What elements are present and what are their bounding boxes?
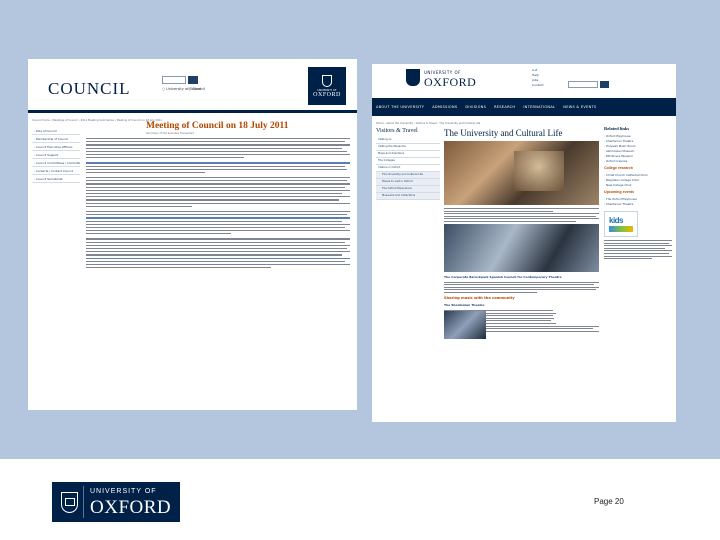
council-nav-item[interactable]: Contacts / Contact Council — [32, 167, 80, 175]
right-heading-college: College research — [604, 166, 633, 170]
sidebar-item[interactable]: The Oxford Experience — [376, 186, 440, 193]
council-page-subheading: Summary of the business transacted — [146, 132, 194, 135]
university-sidebar: Visitors & Travel Visiting us Visiting t… — [376, 128, 440, 200]
kids-badge-image[interactable]: kids — [604, 211, 638, 237]
council-search-option-2[interactable]: Council — [188, 87, 205, 91]
university-search-input[interactable] — [568, 81, 598, 88]
university-top-bar: UNIVERSITY OF OXFORD A-Z Help Jobs Conta… — [372, 64, 676, 98]
university-search-button[interactable] — [600, 81, 609, 88]
university-page-heading: The University and Cultural Life — [444, 128, 563, 138]
council-page-heading: Meeting of Council on 18 July 2011 — [146, 121, 289, 131]
university-page-screenshot: UNIVERSITY OF OXFORD A-Z Help Jobs Conta… — [372, 64, 676, 422]
nav-tab[interactable]: DIVISIONS — [465, 105, 486, 109]
oxford-crest-icon — [406, 69, 420, 86]
crest-shield-icon — [322, 74, 332, 87]
council-body-text — [86, 138, 350, 269]
page-number: Page 20 — [594, 497, 624, 506]
sidebar-item[interactable]: Maps and directions — [376, 151, 440, 158]
sidebar-item[interactable]: Museums and Collections — [376, 193, 440, 200]
sidebar-item[interactable]: Visitors in Oxford — [376, 165, 440, 172]
sidebar-item[interactable]: Visiting us — [376, 137, 440, 144]
council-nav-item[interactable]: Council Committees / Committees — [32, 159, 80, 167]
nav-tab[interactable]: INTERNATIONAL — [523, 105, 555, 109]
university-breadcrumb: Home › About the University › Visitors &… — [376, 122, 481, 125]
theatre-image — [444, 223, 599, 272]
sidebar-item-active[interactable]: The University and Cultural Life — [376, 172, 440, 179]
oxford-footer-logo: UNIVERSITY OF OXFORD — [52, 482, 180, 522]
sidebar-item[interactable]: Places to visit in Oxford — [376, 179, 440, 186]
right-heading-related: Related links — [604, 126, 630, 131]
council-nav-item[interactable]: Role of Council — [32, 127, 80, 135]
council-header: COUNCIL University of Oxford Council UNI… — [28, 59, 357, 113]
crest-word: OXFORD — [313, 91, 341, 98]
university-top-links: A-Z Help Jobs Contact — [532, 68, 544, 88]
related-link[interactable]: Oxford Inspires — [604, 159, 672, 164]
crest-shield-icon — [61, 491, 78, 513]
footer-crest-icon — [56, 486, 84, 518]
intro-text — [444, 213, 599, 222]
article-link-sheldonian[interactable]: The Sheldonian Theatre — [444, 303, 599, 307]
council-nav-item[interactable]: Council Secretariat — [32, 175, 80, 183]
council-nav-item[interactable]: Council Support — [32, 151, 80, 159]
nav-tab[interactable]: NEWS & EVENTS — [563, 105, 596, 109]
council-page-screenshot: COUNCIL University of Oxford Council UNI… — [28, 59, 357, 410]
section-heading-music: Sharing music with the community — [444, 295, 515, 300]
council-site-title: COUNCIL — [48, 79, 131, 98]
council-nav-item[interactable]: Membership of Council — [32, 135, 80, 143]
badge-caption-text — [604, 240, 672, 260]
sidebar-title: Visitors & Travel — [376, 128, 418, 134]
university-main-nav: ABOUT THE UNIVERSITY ADMISSIONS DIVISION… — [372, 98, 676, 116]
nav-tab[interactable]: ABOUT THE UNIVERSITY — [376, 105, 424, 109]
council-search-input[interactable] — [162, 76, 186, 84]
theatre-body-text — [444, 281, 599, 293]
council-search-button[interactable] — [188, 76, 198, 84]
kids-badge-stripe — [609, 226, 633, 232]
council-nav-item[interactable]: Council Executive Officers — [32, 143, 80, 151]
slide-background-panel: COUNCIL University of Oxford Council UNI… — [0, 0, 720, 459]
nav-tab[interactable]: ADMISSIONS — [432, 105, 457, 109]
top-link[interactable]: Contact — [532, 83, 544, 88]
hero-caption-text — [444, 208, 599, 212]
slide: COUNCIL University of Oxford Council UNI… — [0, 0, 720, 540]
university-main-content: The University and Cultural Life The Cor… — [444, 128, 599, 339]
oxford-crest-logo: UNIVERSITY OF OXFORD — [308, 67, 346, 105]
event-link[interactable]: Sheldonian Theatre — [604, 202, 672, 207]
council-main-content: Meeting of Council on 18 July 2011 Summa… — [86, 121, 350, 272]
college-link[interactable]: New College Choir — [604, 183, 672, 188]
right-heading-events: Upcoming events — [604, 190, 634, 194]
university-right-column: Related links Oxford Playhouse Sheldonia… — [604, 124, 672, 261]
sheldonian-image — [444, 310, 486, 339]
nav-tab[interactable]: RESEARCH — [494, 105, 515, 109]
hero-image — [444, 141, 599, 205]
footer-logo-oxford: OXFORD — [90, 497, 172, 518]
logo-oxford-text: OXFORD — [424, 75, 477, 89]
university-logo[interactable]: UNIVERSITY OF OXFORD — [406, 68, 476, 94]
sidebar-item[interactable]: The Colleges — [376, 158, 440, 165]
footer-logo-univ: UNIVERSITY OF — [90, 488, 157, 495]
kids-badge-text: kids — [609, 216, 624, 225]
article-link-theatre[interactable]: The Corporate Barockpark Spanish Council… — [444, 275, 599, 279]
sidebar-item[interactable]: Visiting the Museums — [376, 144, 440, 151]
council-sidebar-nav: Role of Council Membership of Council Co… — [32, 127, 80, 183]
